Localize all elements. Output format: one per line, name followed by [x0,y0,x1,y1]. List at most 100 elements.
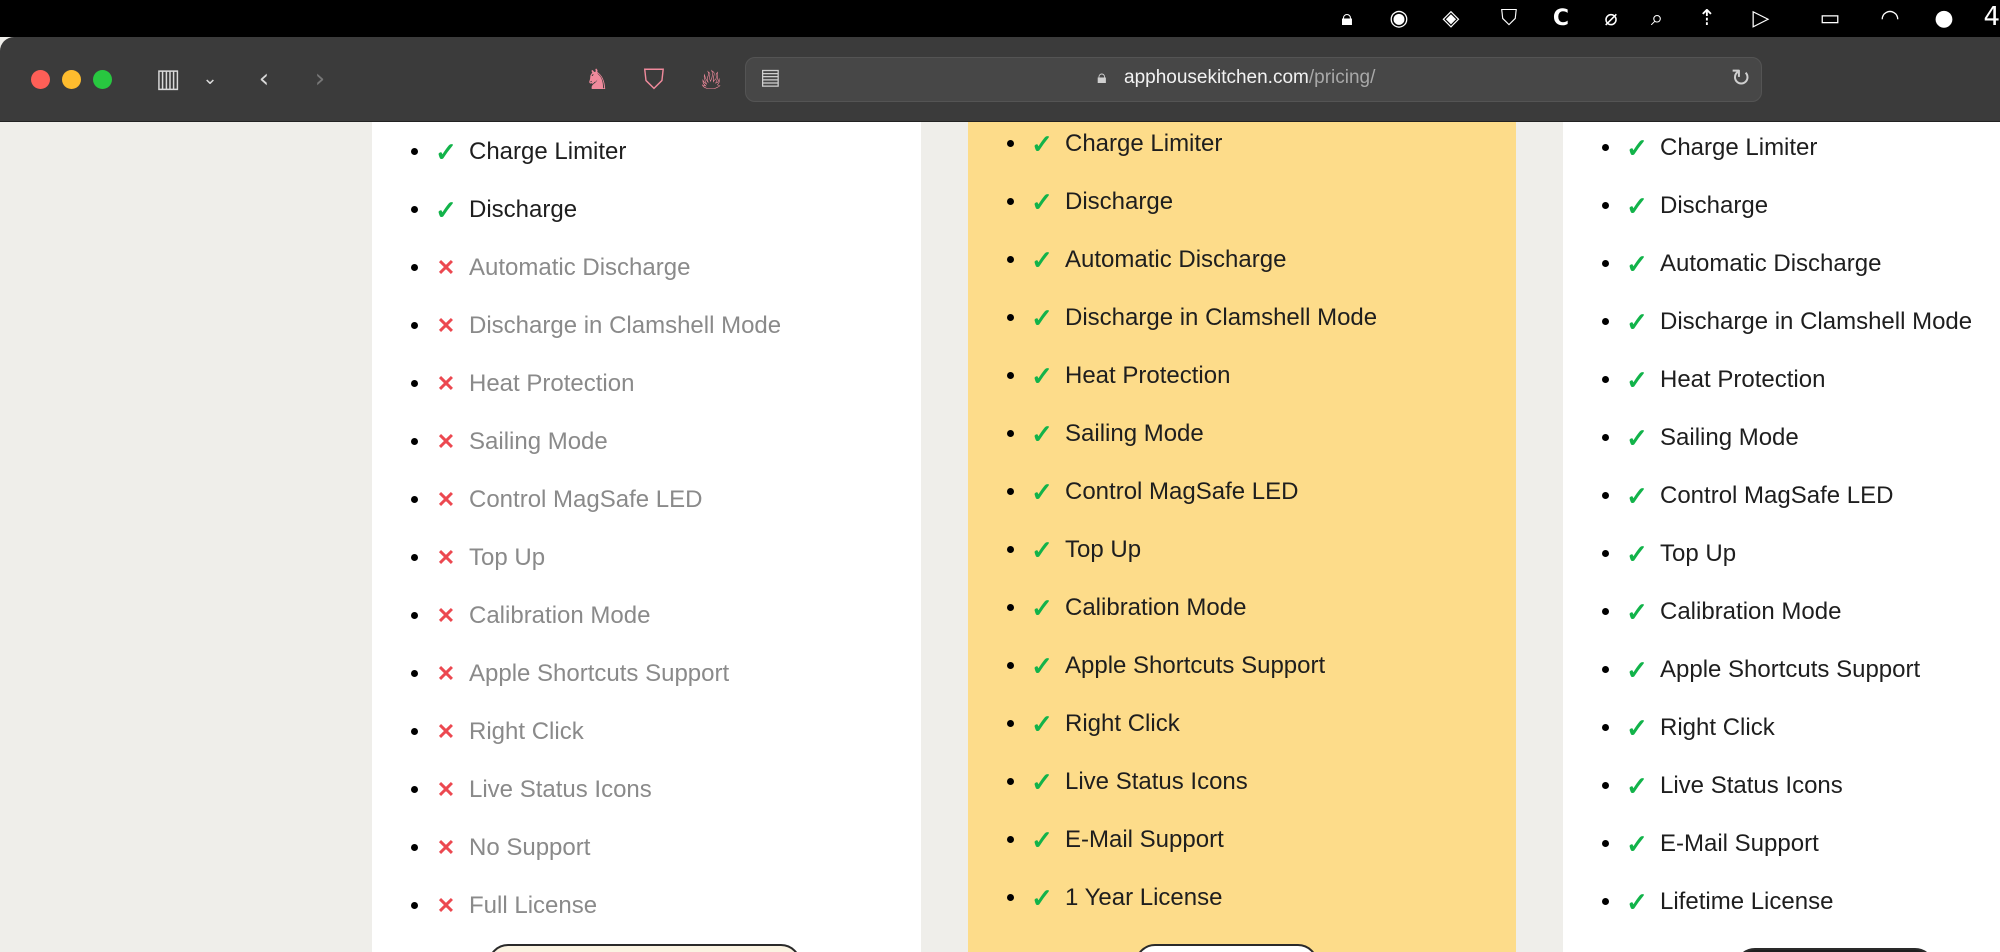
feature-label: Right Click [1660,714,1775,741]
macos-menu-bar: 🔒︎ ◉ ◈ ⛉ C ⌀ ⌕ ⇡ ▷ ▭ ◠ ● 4 [0,0,2000,37]
cross-icon: ✕ [436,429,456,454]
feature-label: Calibration Mode [469,602,651,629]
feature-label: Live Status Icons [1660,772,1843,799]
check-icon: ✓ [1626,191,1648,221]
check-icon: ✓ [1626,365,1648,395]
ghost-icon[interactable]: ♞ [580,63,614,97]
shield-icon[interactable]: ⛉ [1495,5,1523,33]
feature-label: Control MagSafe LED [469,486,703,513]
check-icon: ✓ [1031,651,1053,681]
feature-label: Charge Limiter [1065,130,1223,157]
sidebar-toggle-icon[interactable]: ▥ [150,64,186,94]
check-icon: ✓ [435,195,457,225]
zoom-window-button[interactable] [93,70,112,89]
adguard-shield-icon[interactable]: ⛉ [637,63,671,97]
menu-bar-clock[interactable]: 4 [1983,2,2000,32]
check-icon: ✓ [435,137,457,167]
feature-label: Heat Protection [469,370,635,397]
check-icon: ✓ [1031,245,1053,275]
rocket-icon[interactable]: ⇡ [1693,5,1721,33]
cross-icon: ✕ [436,313,456,338]
plan-button-lifetime[interactable] [1735,948,1935,952]
check-icon: ✓ [1626,481,1648,511]
feature-label: Live Status Icons [1065,768,1248,795]
minimize-window-button[interactable] [62,70,81,89]
check-icon: ✓ [1031,883,1053,913]
check-icon: ✓ [1626,133,1648,163]
feature-label: Sailing Mode [469,428,608,455]
paperclip-icon[interactable]: ⌀ [1597,5,1625,33]
forward-button[interactable]: › [308,64,332,94]
feature-label: Discharge in Clamshell Mode [1660,308,1973,335]
check-icon: ✓ [1031,825,1053,855]
feature-label: Discharge in Clamshell Mode [1065,304,1378,331]
pricing-card-lifetime: ✓ Charge Limiter ✓ Discharge ✓ Automatic Disc… [1563,122,2000,952]
plan-button-basic[interactable] [488,944,801,952]
check-icon: ✓ [1031,477,1053,507]
check-icon: ✓ [1626,249,1648,279]
lock-icon[interactable]: 🔒︎ [1333,5,1361,33]
feature-label: 1 Year License [1065,884,1223,911]
cross-icon: ✕ [436,661,456,686]
check-icon: ✓ [1626,829,1648,859]
url-text[interactable]: apphousekitchen.com/pricing/ [1124,67,1375,89]
cross-icon: ✕ [436,255,456,280]
close-window-button[interactable] [31,70,50,89]
check-icon: ✓ [1626,307,1648,337]
battery-icon[interactable]: ▭ [1810,5,1850,33]
feature-label: Charge Limiter [1660,134,1818,161]
feature-label: Sailing Mode [1660,424,1799,451]
address-bar[interactable]: ▤ 🔒︎ apphousekitchen.com/pricing/ ↻ [745,57,1762,102]
check-icon: ✓ [1626,771,1648,801]
cross-icon: ✕ [436,487,456,512]
reload-icon[interactable]: ↻ [1731,64,1751,92]
feature-label: Automatic Discharge [1660,250,1882,277]
check-icon: ✓ [1031,361,1053,391]
plan-button-yearly[interactable] [1135,944,1318,952]
layers-icon[interactable]: ◈ [1437,5,1465,33]
feature-label: Right Click [1065,710,1180,737]
feature-label: Top Up [469,544,546,571]
check-icon: ✓ [1626,713,1648,743]
cross-icon: ✕ [436,777,456,802]
flame-icon[interactable]: 🔥︎ [694,63,728,97]
check-icon: ✓ [1626,423,1648,453]
cross-icon: ✕ [436,371,456,396]
check-icon: ✓ [1031,419,1053,449]
pricing-page: ✓ Charge Limiter ✓ Discharge ✕ Automatic Disc… [0,122,2000,952]
feature-label: Sailing Mode [1065,420,1204,447]
user-circle-icon[interactable]: ◉ [1385,5,1413,33]
cross-icon: ✕ [436,719,456,744]
check-icon: ✓ [1626,655,1648,685]
feature-label: Full License [469,892,598,919]
toggle-icon[interactable]: ● [1930,5,1958,33]
chevron-down-icon[interactable]: ⌄ [200,64,220,94]
feature-label: Discharge [1660,192,1769,219]
cross-icon: ✕ [436,603,456,628]
feature-label: Top Up [1660,540,1737,567]
feature-label: Discharge in Clamshell Mode [469,312,782,339]
check-icon: ✓ [1031,709,1053,739]
play-circle-icon[interactable]: ▷ [1747,5,1775,33]
feature-label: Apple Shortcuts Support [1065,652,1326,679]
back-button[interactable]: ‹ [252,64,276,94]
pricing-card-basic: ✓ Charge Limiter ✓ Discharge ✕ Automatic Disc… [372,122,921,952]
check-icon: ✓ [1031,129,1053,159]
wifi-icon[interactable]: ◠ [1876,5,1904,33]
c-app-icon[interactable]: C [1547,5,1575,33]
feature-label: Charge Limiter [469,138,627,165]
search-icon[interactable]: ⌕ [1643,5,1671,33]
feature-label: Top Up [1065,536,1142,563]
check-icon: ✓ [1031,767,1053,797]
feature-label: Live Status Icons [469,776,652,803]
check-icon: ✓ [1626,597,1648,627]
check-icon: ✓ [1031,303,1053,333]
reader-page-icon[interactable]: ▤ [760,65,781,90]
cross-icon: ✕ [436,545,456,570]
feature-label: Control MagSafe LED [1660,482,1894,509]
feature-label: Calibration Mode [1065,594,1247,621]
cross-icon: ✕ [436,835,456,860]
feature-label: E-Mail Support [1660,830,1819,857]
feature-label: Control MagSafe LED [1065,478,1299,505]
feature-label: Apple Shortcuts Support [1660,656,1921,683]
